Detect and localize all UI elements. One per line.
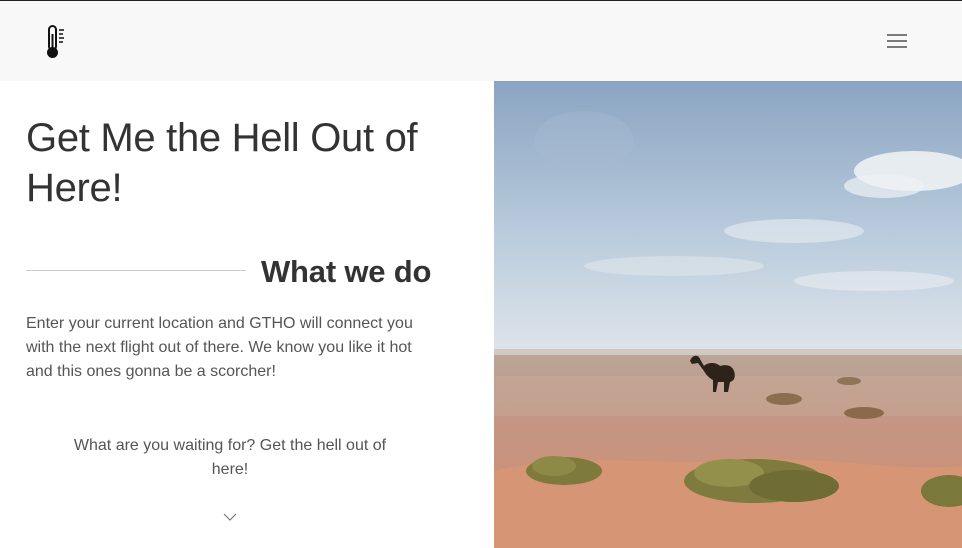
call-to-action-text: What are you waiting for? Get the hell o… — [73, 437, 387, 478]
logo-link[interactable] — [45, 24, 69, 60]
navbar — [0, 1, 962, 81]
section-heading: What we do — [261, 254, 432, 289]
desert-camel-photo — [494, 81, 962, 548]
thermometer-icon — [47, 25, 64, 58]
section-divider — [26, 270, 246, 271]
description-text: Enter your current location and GTHO wil… — [26, 315, 413, 380]
hamburger-menu-icon[interactable] — [885, 32, 909, 50]
hero-text-panel: Get Me the Hell Out of Here! What we do … — [0, 81, 494, 548]
page-title: Get Me the Hell Out of Here! — [26, 116, 418, 210]
chevron-down-icon[interactable] — [222, 510, 238, 522]
